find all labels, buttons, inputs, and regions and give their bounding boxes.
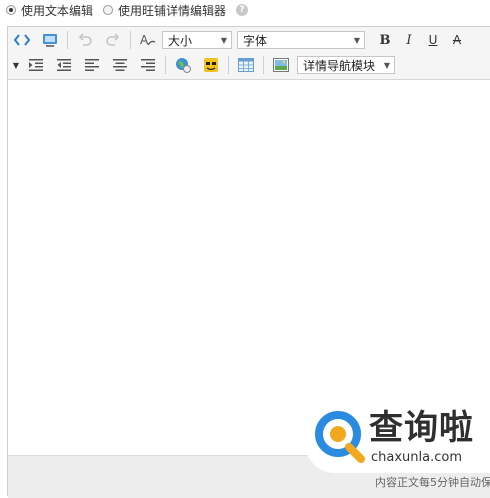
magnifier-logo-icon bbox=[315, 411, 365, 463]
emoticon-icon[interactable] bbox=[201, 55, 221, 75]
indent-icon[interactable] bbox=[26, 55, 46, 75]
align-left-icon[interactable] bbox=[82, 55, 102, 75]
toolbar-divider bbox=[67, 31, 68, 49]
text-editor-option[interactable]: 使用文本编辑 bbox=[6, 2, 93, 19]
strikethrough-button[interactable]: A bbox=[445, 33, 469, 47]
chevron-down-icon: ▼ bbox=[383, 60, 390, 70]
align-right-icon[interactable] bbox=[138, 55, 158, 75]
table-icon[interactable] bbox=[236, 55, 256, 75]
clear-format-icon[interactable]: A bbox=[138, 30, 158, 50]
link-globe-icon[interactable] bbox=[173, 55, 193, 75]
font-size-value: 大小 bbox=[168, 33, 193, 48]
toolbar-divider bbox=[165, 56, 166, 74]
preview-icon[interactable] bbox=[40, 30, 60, 50]
chevron-down-icon: ▼ bbox=[353, 35, 360, 45]
underline-button[interactable]: U bbox=[421, 33, 445, 47]
help-icon[interactable]: ? bbox=[236, 4, 249, 16]
outdent-icon[interactable] bbox=[54, 55, 74, 75]
toolbar-divider bbox=[228, 56, 229, 74]
italic-button[interactable]: I bbox=[397, 33, 421, 48]
bold-button[interactable]: B bbox=[373, 33, 397, 48]
autosave-status-text: 内容正文每5分钟自动保存 bbox=[375, 476, 490, 489]
watermark-subtitle: chaxunla.com bbox=[371, 450, 462, 465]
editor-content-area[interactable] bbox=[8, 80, 490, 455]
shop-detail-editor-radio[interactable] bbox=[103, 5, 114, 15]
shop-detail-editor-option[interactable]: 使用旺铺详情编辑器 bbox=[103, 2, 226, 19]
toolbar-row-1: A 大小 ▼ 字体 ▼ B I U A bbox=[8, 28, 469, 52]
image-icon[interactable] bbox=[271, 55, 291, 75]
detail-nav-module-label: 详情导航模块 bbox=[303, 58, 376, 73]
source-code-icon[interactable] bbox=[12, 30, 32, 50]
site-watermark: 查询啦 chaxunla.com bbox=[305, 403, 490, 473]
toolbar-divider bbox=[130, 31, 131, 49]
toolbar-divider bbox=[263, 56, 264, 74]
svg-text:A: A bbox=[140, 33, 149, 47]
editor-mode-row: 使用文本编辑 使用旺铺详情编辑器 ? bbox=[0, 0, 490, 20]
toolbar-row-2: ▼ 详情导航模块 ▼ bbox=[8, 53, 395, 77]
shop-detail-editor-label: 使用旺铺详情编辑器 bbox=[118, 3, 227, 18]
font-family-value: 字体 bbox=[243, 33, 268, 48]
font-size-dropdown[interactable]: 大小 ▼ bbox=[162, 31, 232, 49]
detail-nav-module-dropdown[interactable]: 详情导航模块 ▼ bbox=[297, 56, 395, 74]
font-family-dropdown[interactable]: 字体 ▼ bbox=[237, 31, 365, 49]
redo-icon[interactable] bbox=[103, 30, 123, 50]
text-editor-radio[interactable] bbox=[6, 5, 16, 15]
text-editor-label: 使用文本编辑 bbox=[21, 3, 94, 18]
chevron-down-icon: ▼ bbox=[220, 35, 227, 45]
watermark-title: 查询啦 bbox=[369, 408, 474, 448]
undo-icon[interactable] bbox=[75, 30, 95, 50]
align-center-icon[interactable] bbox=[110, 55, 130, 75]
editor-toolbar: A 大小 ▼ 字体 ▼ B I U A ▼ 详情导航模块 ▼ bbox=[8, 27, 490, 80]
text-color-dropdown-icon[interactable]: ▼ bbox=[10, 61, 22, 70]
